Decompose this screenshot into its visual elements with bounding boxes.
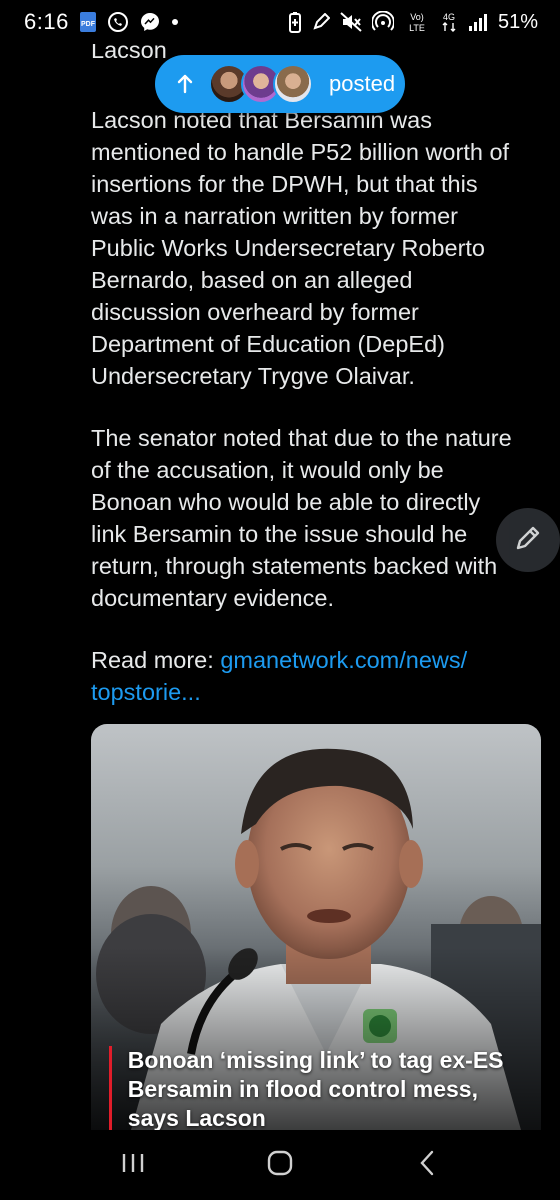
recents-button[interactable]	[103, 1135, 163, 1195]
volte-icon: Vo) LTE	[404, 11, 430, 33]
avatar-stack	[209, 64, 313, 104]
read-more-link-line2[interactable]: topstorie...	[91, 679, 201, 705]
status-bar: 6:16 PDF Vo) LTE 4G 51%	[0, 0, 560, 44]
new-posts-pill[interactable]: posted	[155, 55, 405, 113]
edit-icon	[312, 13, 330, 31]
status-right: Vo) LTE 4G 51%	[288, 11, 538, 34]
signal-icon	[468, 12, 488, 32]
new-posts-label: posted	[329, 71, 396, 96]
read-more-link-line1[interactable]: gmanetwork.com/news/	[220, 647, 467, 673]
paragraph-1: Lacson noted that Bersamin was mentioned…	[91, 104, 541, 392]
read-more-label: Read more:	[91, 647, 221, 673]
status-left: 6:16 PDF	[24, 9, 179, 35]
home-button[interactable]	[250, 1135, 310, 1195]
pdf-icon: PDF	[79, 11, 97, 33]
hotspot-icon	[371, 11, 394, 33]
back-icon	[418, 1150, 436, 1181]
svg-text:4G: 4G	[443, 12, 455, 22]
status-time: 6:16	[24, 9, 69, 34]
svg-text:LTE: LTE	[409, 23, 425, 33]
headline-text: Bonoan ‘missing link’ to tag ex-ES Bersa…	[127, 1047, 504, 1130]
paragraph-2: The senator noted that due to the nature…	[91, 422, 541, 614]
notification-dot-icon	[171, 18, 179, 26]
read-more: Read more: gmanetwork.com/news/ topstori…	[91, 644, 541, 708]
messenger-icon	[139, 11, 161, 33]
battery-percent: 51%	[497, 10, 538, 33]
paragraph-1-text: Lacson noted that Bersamin was mentioned…	[91, 107, 510, 389]
back-button[interactable]	[397, 1135, 457, 1195]
svg-text:PDF: PDF	[81, 21, 96, 28]
pencil-icon	[513, 523, 543, 558]
arrow-up-icon	[177, 74, 193, 94]
battery-saver-icon	[288, 11, 302, 33]
post-body: Lacson Lacson noted that Bersamin was me…	[91, 44, 541, 708]
home-icon	[267, 1150, 293, 1181]
avatar	[273, 64, 313, 104]
link-preview-card[interactable]: Bonoan ‘missing link’ to tag ex-ES Bersa…	[91, 724, 541, 1130]
compose-button[interactable]	[496, 508, 560, 572]
recents-icon	[120, 1152, 146, 1179]
system-nav-bar	[0, 1130, 560, 1200]
mute-icon	[340, 12, 362, 32]
screen: 6:16 PDF Vo) LTE 4G 51% Lacson Lacson no…	[0, 0, 560, 1200]
svg-text:Vo): Vo)	[410, 12, 424, 22]
viber-icon	[107, 11, 129, 33]
headline-accent-bar	[109, 1046, 112, 1130]
4g-icon: 4G	[440, 11, 458, 33]
headline-overlay: Bonoan ‘missing link’ to tag ex-ES Bersa…	[109, 1046, 535, 1130]
paragraph-2-text: The senator noted that due to the nature…	[91, 425, 512, 611]
